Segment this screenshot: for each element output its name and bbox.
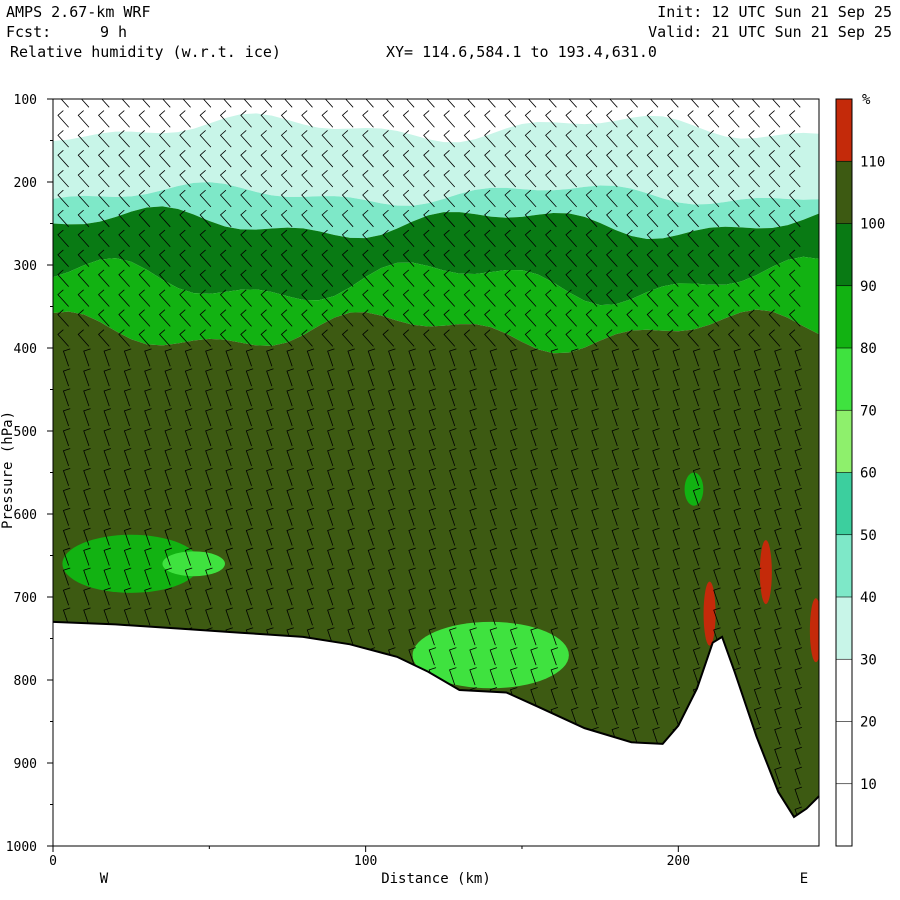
y-tick-label: 600 xyxy=(14,508,37,523)
colorbar-label: 30 xyxy=(860,652,877,668)
x-axis: 0 100 200 xyxy=(49,846,690,869)
rh-supersat-pocket xyxy=(759,540,772,605)
cross-section-chart: 1002003004005006007008009001000 0 100 200 … xyxy=(0,92,885,887)
colorbar-segment xyxy=(836,99,852,162)
colorbar-segment xyxy=(836,597,852,660)
rh-band xyxy=(53,99,819,129)
y-tick-label: 100 xyxy=(14,93,37,108)
y-axis-label: Pressure (hPa) xyxy=(0,411,16,529)
colorbar-segment xyxy=(836,410,852,473)
y-tick-label: 300 xyxy=(14,259,37,274)
y-tick-label: 500 xyxy=(14,425,37,440)
colorbar-segment xyxy=(836,285,852,348)
y-tick-label: 700 xyxy=(14,591,37,606)
colorbar: 10 20 30 40 50 60 70 80 90 100 110 xyxy=(835,98,885,847)
rh-pocket xyxy=(684,472,704,506)
west-label: W xyxy=(100,871,109,887)
x-axis-label: Distance (km) xyxy=(381,871,491,887)
colorbar-segment xyxy=(836,783,852,846)
rh-supersat-pocket xyxy=(809,598,819,663)
x-tick-label: 200 xyxy=(667,854,690,869)
colorbar-segment xyxy=(836,472,852,535)
y-tick-label: 200 xyxy=(14,176,37,191)
colorbar-segment xyxy=(836,161,852,224)
colorbar-label: 100 xyxy=(860,217,885,233)
x-tick-label: 0 xyxy=(49,854,57,869)
colorbar-label: 20 xyxy=(860,715,877,731)
rh-pocket xyxy=(162,551,225,577)
colorbar-segment xyxy=(836,223,852,286)
y-tick-label: 1000 xyxy=(6,840,37,855)
east-label: E xyxy=(800,871,808,887)
colorbar-label: 90 xyxy=(860,279,877,295)
y-tick-label: 800 xyxy=(14,674,37,689)
colorbar-segment xyxy=(836,534,852,597)
x-tick-label: 100 xyxy=(354,854,377,869)
colorbar-label: 110 xyxy=(860,154,885,170)
y-tick-label: 900 xyxy=(14,757,37,772)
colorbar-segment xyxy=(836,348,852,411)
colorbar-label: 80 xyxy=(860,341,877,357)
colorbar-segment xyxy=(836,659,852,722)
y-tick-label: 400 xyxy=(14,342,37,357)
colorbar-label: 10 xyxy=(860,777,877,793)
colorbar-segment xyxy=(836,721,852,784)
colorbar-unit: % xyxy=(862,92,871,108)
colorbar-label: 50 xyxy=(860,528,877,544)
colorbar-label: 70 xyxy=(860,403,877,419)
colorbar-label: 60 xyxy=(860,466,877,482)
colorbar-label: 40 xyxy=(860,590,877,606)
